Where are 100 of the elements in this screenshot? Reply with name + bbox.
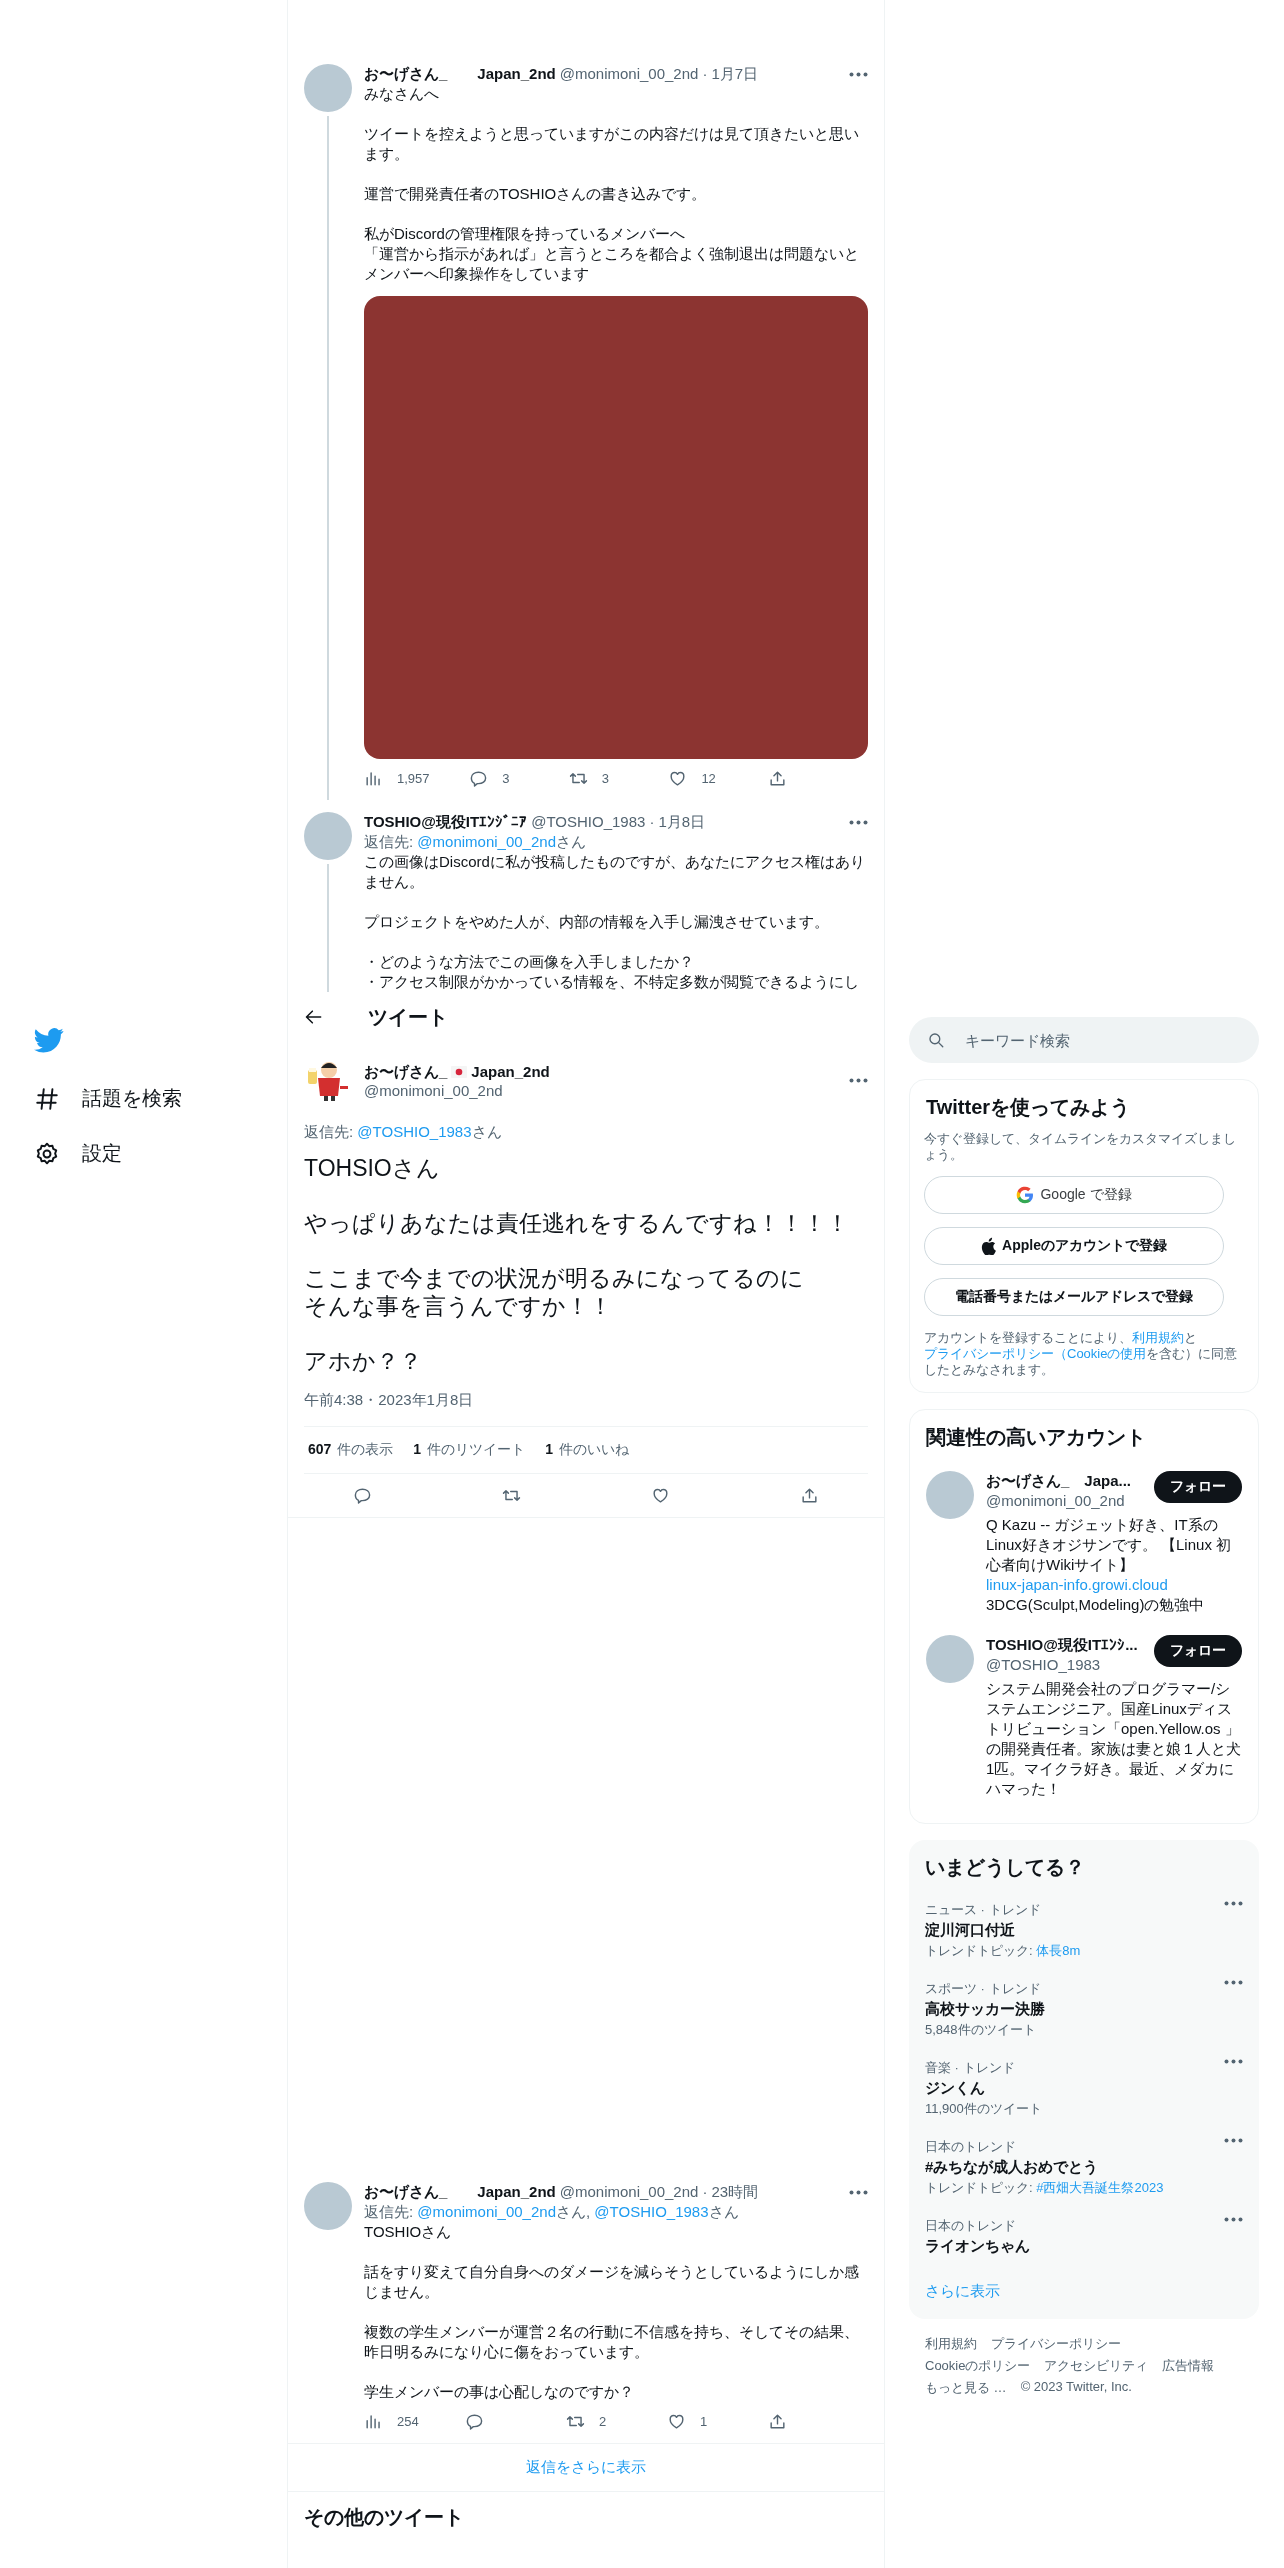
count: 2 — [599, 2414, 607, 2429]
flag-icon — [451, 1065, 468, 1078]
footer-link[interactable]: 広告情報 — [1162, 2357, 1215, 2375]
heart-icon — [651, 1486, 670, 1505]
views-icon — [364, 2412, 383, 2431]
author-name[interactable]: お〜げさん_ — [364, 64, 448, 84]
more-icon[interactable] — [1224, 2217, 1243, 2222]
count: 254 — [397, 2414, 419, 2429]
engagement-stat[interactable]: 607 件の表示 — [308, 1441, 394, 1459]
tweet-time: 1月7日 — [711, 64, 759, 84]
settings-icon — [34, 1140, 60, 1167]
account-handle: @monimoni_00_2nd — [986, 1491, 1126, 1511]
account-bio: システム開発会社のプログラマー/システムエンジニア。国産Linuxディストリビューション「open.Yellow.os 」の開発責任者。家族は妻と娘１人と犬1匹。マイクラ好き。最近、メダカにハマった！ — [986, 1679, 1242, 1799]
footer-link[interactable]: © 2023 Twitter, Inc. — [1020, 2379, 1132, 2397]
card-title: いまどうしてる？ — [925, 1855, 1086, 1880]
separator-dot: · — [702, 2182, 708, 2202]
count: 1,957 — [397, 771, 430, 786]
engagement-stat[interactable]: 1 件のリツイート — [413, 1441, 526, 1459]
signup-button[interactable]: Appleのアカウントで登録 — [924, 1227, 1224, 1265]
tweet-time: 1月8日 — [658, 812, 706, 832]
author-name[interactable]: お〜げさん_ — [364, 1061, 448, 1082]
signup-button[interactable]: Google で登録 — [924, 1176, 1224, 1214]
trend-meta: トレンドトピック: #西畑大吾誕生祭2023 — [925, 2179, 1165, 2197]
author-handle: @TOSHIO_1983 — [531, 812, 646, 832]
more-icon[interactable] — [849, 71, 868, 77]
author-name[interactable]: お〜げさん_ — [364, 2182, 448, 2202]
back-icon — [304, 1007, 324, 1027]
tweet-text: この画像はDiscordに私が投稿したものですが、あなたにアクセス権はありません。 プロジェクトをやめた人が、内部の情報を入手し漏洩させています。 ・どのような方法でこの画像を入手しましたか？ ・アクセス制限がかかっている情報を、不特定多数が閲覧できるようにし — [364, 852, 866, 992]
author-handle: @monimoni_00_2nd — [364, 1081, 504, 1099]
separator-dot: · — [702, 64, 708, 84]
signup-button[interactable]: 電話番号またはメールアドレスで登録 — [924, 1278, 1224, 1316]
follow-button[interactable]: フォロー — [1154, 1471, 1242, 1503]
author-name-suffix: Japan_2nd — [477, 64, 556, 84]
footer-link[interactable]: プライバシーポリシー — [991, 2335, 1121, 2353]
reply-icon — [465, 2412, 484, 2431]
heart-icon — [668, 769, 688, 788]
trend-title[interactable]: 淀川河口付近 — [925, 1921, 1224, 1940]
account-bio: Q Kazu -- ガジェット好き、IT系のLinux好きオジサンです。 【Linux 初心者向けWikiサイト】 linux-japan-info.growi.cloud 3DCG(Sculpt,Modeling)の勉強中 — [986, 1515, 1233, 1615]
more-icon[interactable] — [849, 1077, 868, 1083]
trend-title[interactable]: ライオンちゃん — [925, 2237, 1224, 2256]
author-name-suffix: Japan_2nd — [477, 2182, 556, 2202]
card-subtitle: 今すぐ登録して、タイムラインをカスタマイズしましょう。 — [924, 1131, 1237, 1163]
author-name[interactable]: TOSHIO@現役ITｴﾝｼﾞﾆｱ — [364, 812, 528, 832]
account-name[interactable]: お〜げさん_ Japa... — [986, 1471, 1146, 1491]
reply-to-line: 返信先: @monimoni_00_2ndさん, @TOSHIO_1983さん — [364, 2202, 740, 2222]
tweet-text: みなさんへ ツイートを控えようと思っていますがこの内容だけは見て頂きたいと思います。 運営で開発責任者のTOSHIOさんの書き込みです。 私がDiscordの管理権限を持っているメンバーへ 「運営から指示があれば」と言うところを都合よく強制退出は問題ないとメンバーへ印象操作をしています — [364, 84, 860, 284]
trend-title[interactable]: 高校サッカー決勝 — [925, 2000, 1224, 2019]
search-icon — [927, 1031, 945, 1049]
trend-category: 音楽 · トレンド — [925, 2059, 1016, 2077]
more-icon[interactable] — [1224, 1901, 1243, 1906]
author-name-suffix: Japan_2nd — [471, 1061, 550, 1082]
reply-icon — [353, 1486, 372, 1505]
account-handle: @TOSHIO_1983 — [986, 1655, 1102, 1675]
tweet-time: 23時間 — [711, 2182, 759, 2202]
legal-text: アカウントを登録することにより、利用規約 と プライバシーポリシー（Cookieの使用を含む）に同意したとみなされます。 — [924, 1330, 1239, 1378]
more-icon[interactable] — [1224, 2059, 1243, 2064]
section-title: その他のツイート — [303, 2505, 465, 2530]
tweet-timestamp: 午前4:38・2023年1月8日 — [304, 1391, 475, 1410]
more-icon[interactable] — [1224, 2138, 1243, 2143]
trend-meta: 5,848件のツイート — [925, 2021, 1037, 2039]
trend-category: スポーツ · トレンド — [925, 1980, 1042, 1998]
views-icon — [364, 769, 383, 788]
search-field[interactable]: キーワード検索 — [909, 1017, 1259, 1063]
follow-button[interactable]: フォロー — [1154, 1635, 1242, 1667]
card-title: Twitterを使ってみよう — [926, 1095, 1132, 1120]
nav-item[interactable]: 話題を検索 — [34, 1075, 287, 1122]
nav-item[interactable]: 設定 — [34, 1130, 287, 1177]
footer-link[interactable]: アクセシビリティ — [1044, 2357, 1149, 2375]
trend-meta: 11,900件のツイート — [925, 2100, 1043, 2118]
engagement-stat[interactable]: 1 件のいいね — [545, 1441, 629, 1459]
bird-icon[interactable] — [34, 1028, 64, 1053]
heart-icon — [667, 2412, 686, 2431]
account-name[interactable]: TOSHIO@現役ITｴﾝｼ... — [986, 1635, 1146, 1655]
trend-category: ニュース · トレンド — [925, 1901, 1042, 1919]
count: 1 — [700, 2414, 708, 2429]
trend-meta: トレンドトピック: 体長8m — [925, 1942, 1082, 1960]
more-icon[interactable] — [849, 819, 868, 825]
hashtag-icon — [34, 1085, 60, 1112]
tweet-text: TOSHIOさん 話をすり変えて自分自身へのダメージを減らそうとしているようにしか感じません。 複数の学生メンバーが運営２名の行動に不信感を持ち、そしてその結果、昨日明るみになり心に傷をおっています。 学生メンバーの事は心配しなのですか？ — [364, 2222, 860, 2402]
count: 3 — [502, 771, 510, 786]
author-handle: @monimoni_00_2nd — [559, 64, 699, 84]
footer-link[interactable]: 利用規約 — [925, 2335, 977, 2353]
more-icon[interactable] — [849, 2189, 868, 2195]
trend-category: 日本のトレンド — [925, 2217, 1017, 2235]
google-icon — [1016, 1186, 1035, 1204]
trend-title[interactable]: ジンくん — [925, 2079, 1224, 2098]
separator-dot: · — [649, 812, 655, 832]
count: 3 — [601, 771, 609, 786]
trend-title[interactable]: #みちなが成人おめでとう — [925, 2158, 1224, 2177]
tweet-text: TOHSIOさん やっぱりあなたは責任逃れをするんですね！！！！ ここまで今までの状況が明るみになってるのに そんな事を言うんですか！！ アホか？？ — [304, 1154, 850, 1375]
footer-link[interactable]: もっと見る … — [925, 2379, 1007, 2397]
footer-link[interactable]: Cookieのポリシー — [925, 2357, 1031, 2375]
reply-to-line: 返信先: @monimoni_00_2ndさん — [364, 832, 587, 852]
share-icon — [768, 2412, 787, 2431]
reply-icon — [469, 769, 489, 788]
card-title: 関連性の高いアカウント — [926, 1425, 1147, 1450]
share-icon — [768, 769, 787, 788]
author-handle: @monimoni_00_2nd — [559, 2182, 699, 2202]
more-icon[interactable] — [1224, 1980, 1243, 1985]
count: 12 — [701, 771, 716, 786]
